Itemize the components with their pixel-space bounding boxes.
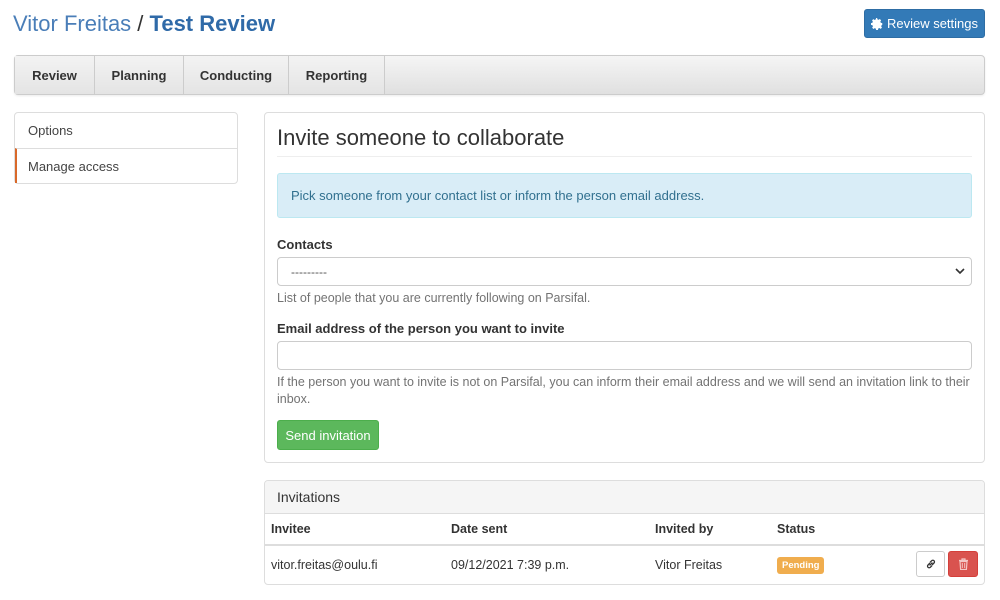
tab-review[interactable]: Review bbox=[15, 56, 95, 94]
invite-title: Invite someone to collaborate bbox=[277, 125, 565, 150]
column-header-date-sent: Date sent bbox=[451, 522, 508, 536]
column-header-invited-by: Invited by bbox=[655, 522, 714, 536]
settings-sidebar: Options Manage access bbox=[14, 112, 238, 184]
status-badge: Pending bbox=[777, 556, 825, 574]
invitations-title: Invitations bbox=[265, 481, 984, 514]
delete-invitation-button[interactable] bbox=[948, 551, 978, 577]
title-divider bbox=[277, 156, 972, 157]
sidebar-item-manage-access[interactable]: Manage access bbox=[15, 148, 237, 183]
column-header-status: Status bbox=[777, 522, 816, 536]
tab-reporting[interactable]: Reporting bbox=[289, 56, 385, 94]
table-row: vitor.freitas@oulu.fi 09/12/2021 7:39 p.… bbox=[265, 546, 984, 584]
owner-link[interactable]: Vitor Freitas bbox=[13, 11, 131, 36]
invite-panel: Invite someone to collaborate Pick someo… bbox=[264, 112, 985, 463]
breadcrumb-separator: / bbox=[131, 11, 150, 36]
email-help-text: If the person you want to invite is not … bbox=[277, 375, 970, 406]
tab-conducting[interactable]: Conducting bbox=[184, 56, 289, 94]
invited-by: Vitor Freitas bbox=[655, 558, 723, 572]
copy-link-button[interactable] bbox=[916, 551, 945, 577]
gear-icon bbox=[870, 17, 883, 30]
contacts-selected-value: --------- bbox=[291, 264, 327, 279]
page-title: Vitor Freitas / Test Review bbox=[13, 10, 275, 38]
sidebar-item-options[interactable]: Options bbox=[15, 113, 237, 148]
review-settings-button[interactable]: Review settings bbox=[864, 9, 985, 38]
send-invitation-button[interactable]: Send invitation bbox=[277, 420, 379, 450]
contacts-help-text: List of people that you are currently fo… bbox=[277, 291, 591, 305]
chevron-down-icon bbox=[955, 268, 965, 275]
table-header: Invitee Date sent Invited by Status bbox=[265, 514, 984, 546]
review-settings-label: Review settings bbox=[886, 16, 979, 31]
trash-icon bbox=[958, 558, 968, 570]
status-cell: Pending bbox=[777, 546, 825, 584]
email-input[interactable] bbox=[277, 341, 972, 370]
date-sent: 09/12/2021 7:39 p.m. bbox=[451, 558, 570, 572]
info-alert: Pick someone from your contact list or i… bbox=[277, 173, 972, 218]
contacts-select[interactable]: --------- bbox=[277, 257, 972, 286]
tab-planning[interactable]: Planning bbox=[95, 56, 184, 94]
column-header-invitee: Invitee bbox=[271, 522, 311, 536]
invitations-panel: Invitations Invitee Date sent Invited by… bbox=[264, 480, 985, 585]
invitee-email: vitor.freitas@oulu.fi bbox=[271, 558, 378, 572]
review-title-link[interactable]: Test Review bbox=[150, 11, 276, 36]
link-icon bbox=[926, 559, 935, 569]
email-label: Email address of the person you want to … bbox=[277, 321, 565, 336]
review-navbar: Review Planning Conducting Reporting bbox=[14, 55, 985, 95]
contacts-label: Contacts bbox=[277, 237, 333, 252]
